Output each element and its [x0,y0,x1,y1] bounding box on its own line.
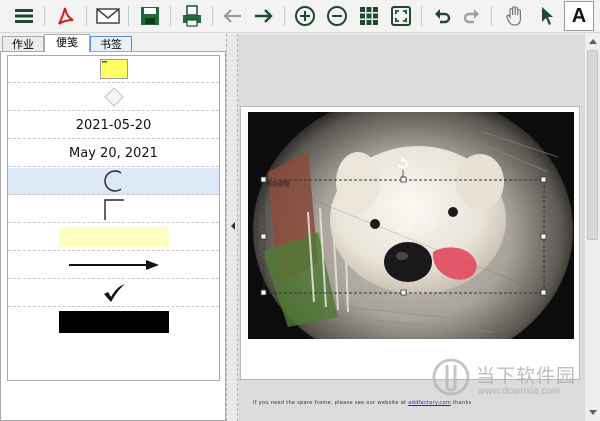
save-icon[interactable] [138,4,162,28]
zoom-out-icon[interactable] [325,4,349,28]
diamond-icon [103,87,124,107]
stamp-diamond[interactable] [8,84,219,111]
pdf-icon[interactable] [54,4,78,28]
stamp-checkmark[interactable] [8,280,219,307]
menu-icon[interactable] [12,4,36,28]
tab-assignments[interactable]: 作业 [2,36,44,52]
panel-splitter[interactable] [226,34,238,421]
fit-page-icon[interactable] [389,4,413,28]
date-numeric-text: 2021-05-20 [75,117,152,133]
grid-icon[interactable] [357,4,381,28]
tab-sticky-notes[interactable]: 便笺 [44,34,90,52]
scroll-down-icon[interactable] [585,405,600,420]
selection-label: 拖动调整 [266,180,290,188]
stamp-arc[interactable] [8,168,219,195]
highlight-icon [58,227,169,247]
stamp-panel: 2021-05-20 May 20, 2021 [0,51,226,421]
tab-bookmarks[interactable]: 书签 [90,36,132,52]
hand-tool-icon[interactable] [503,4,527,28]
text-tool-icon[interactable]: A [564,1,594,31]
back-arrow-icon[interactable] [220,4,244,28]
document-page: 保密 拖动调整 If you need the spare frame, ple… [240,106,580,406]
scroll-thumb[interactable] [587,50,598,240]
forward-arrow-icon[interactable] [252,4,276,28]
redaction-block-icon [58,310,169,333]
toolbar: A [0,0,600,33]
zoom-in-icon[interactable] [293,4,317,28]
stamp-redaction[interactable] [8,308,219,335]
mail-icon[interactable] [96,4,120,28]
caption-link[interactable]: addfactory.com [408,400,451,406]
polyline-icon [103,199,124,220]
print-icon[interactable] [180,4,204,28]
redo-icon[interactable] [460,4,484,28]
stamp-highlight[interactable] [8,224,219,251]
document-canvas[interactable]: 保密 拖动调整 If you need the spare frame, ple… [238,34,584,421]
checkmark-icon [103,284,125,302]
dog-photo[interactable]: 保密 拖动调整 [248,112,574,339]
panel-tabs: 作业 便笺 书签 [0,34,230,52]
arrow-line-icon [68,260,159,270]
sticky-note-icon [99,59,128,79]
collapse-arrow-icon[interactable] [229,219,236,233]
stamp-sticky-note[interactable] [8,56,219,83]
stamp-arrow[interactable] [8,252,219,279]
vertical-scrollbar[interactable] [584,34,600,421]
scroll-up-icon[interactable] [585,34,600,49]
stamp-corner-line[interactable] [8,196,219,223]
select-tool-icon[interactable] [535,4,559,28]
stamp-date-long[interactable]: May 20, 2021 [8,140,219,167]
date-long-text: May 20, 2021 [69,145,158,161]
arc-icon [103,170,121,192]
stamp-list: 2021-05-20 May 20, 2021 [7,55,220,381]
photo-caption: If you need the spare frame, please see … [253,400,472,406]
stamp-date-numeric[interactable]: 2021-05-20 [8,112,219,139]
undo-icon[interactable] [430,4,454,28]
